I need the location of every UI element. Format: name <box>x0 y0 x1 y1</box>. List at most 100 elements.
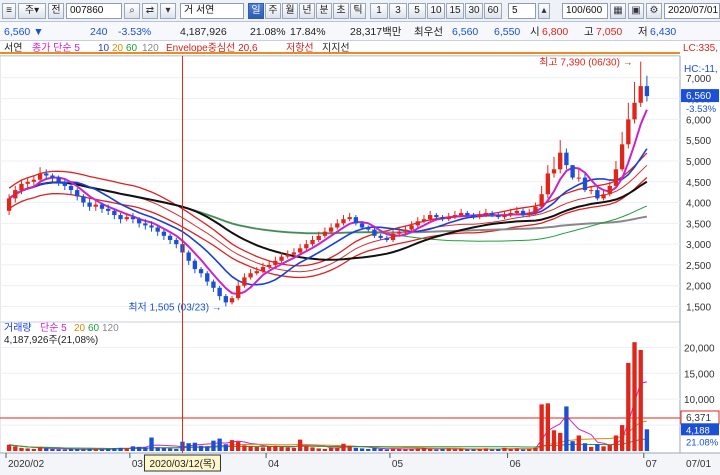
date-tick-label: 05 <box>392 459 404 470</box>
volume-bar <box>508 448 513 451</box>
volume-bar <box>6 444 12 451</box>
candle-body <box>341 219 346 224</box>
volume-bar <box>62 449 67 451</box>
volume-bar <box>545 403 550 451</box>
volume-bar <box>81 449 86 451</box>
minute-button-10[interactable]: 10 <box>427 3 445 19</box>
candle-body <box>62 181 67 186</box>
stock-name-input[interactable]: 거 서연 <box>180 3 244 19</box>
candle-body <box>56 177 61 182</box>
price-tick-label: 1,500 <box>686 303 711 314</box>
minute-button-15[interactable]: 15 <box>446 3 464 19</box>
max-price-label: 최고 7,390 (06/30) → <box>539 57 632 69</box>
candle-body <box>458 212 464 216</box>
volume-bar <box>223 444 228 451</box>
candle-body <box>409 225 414 230</box>
market-select[interactable]: 주▾ <box>18 3 46 19</box>
date-tick-label: 2020/02 <box>8 459 45 470</box>
volume-bar <box>335 447 340 451</box>
volume-bar <box>68 448 74 451</box>
minute-button-3[interactable]: 3 <box>389 3 407 19</box>
min-price-label: 최저 1,505 (03/23) → <box>128 301 221 313</box>
volume-bar <box>595 444 600 451</box>
stock-code-input[interactable]: 007860 <box>66 3 122 19</box>
interval-spin-icon[interactable]: ▴ <box>538 3 550 19</box>
prev-button[interactable]: 전 <box>48 3 64 19</box>
volume-bar <box>112 448 117 451</box>
toolbar: ≡ 주▾ 전 007860 ⌕ ⇄ ▾ 거 서연 일주월년분초틱 1 3 5 10 15… <box>0 0 720 22</box>
candle-body <box>143 223 148 226</box>
volume-bar <box>37 447 43 451</box>
candle-body <box>50 175 55 178</box>
volume-bar <box>19 447 24 451</box>
count-input[interactable]: 100/600 <box>562 3 608 19</box>
candle-body <box>428 215 433 220</box>
grid-icon[interactable]: ▦ <box>610 3 626 19</box>
candle-body <box>384 237 389 240</box>
minute-button-1[interactable]: 1 <box>370 3 388 19</box>
candle-body <box>322 231 328 236</box>
settings-icon[interactable]: ⚙ <box>646 3 662 19</box>
open-price: 6,800 <box>542 26 569 38</box>
volume-bar <box>570 441 575 451</box>
volume-bar <box>372 447 377 451</box>
volume-bar <box>384 449 389 451</box>
candle-body <box>267 264 272 268</box>
period-button-5[interactable]: 초 <box>333 3 349 19</box>
current-price: 6,560 ▼ <box>4 26 44 38</box>
candle-body <box>440 217 445 220</box>
period-button-4[interactable]: 분 <box>316 3 332 19</box>
volume-bar <box>143 447 148 451</box>
volume-bar <box>297 439 303 451</box>
candle-body <box>477 215 482 218</box>
volume-marker-label: 6,371 <box>686 413 711 424</box>
period-button-3[interactable]: 년 <box>299 3 315 19</box>
volume-bar <box>576 435 581 451</box>
history-icon[interactable]: ▾ <box>160 3 176 19</box>
volume-bar <box>558 432 563 451</box>
swap-icon[interactable]: ⇄ <box>142 3 158 19</box>
volume-bar <box>279 446 284 451</box>
candle-body <box>415 221 420 226</box>
menu-icon[interactable]: ≡ <box>2 3 16 19</box>
price-tick-label: 6,000 <box>686 115 711 126</box>
period-button-0[interactable]: 일 <box>248 3 264 19</box>
volume-legend-3: 60 <box>88 323 100 334</box>
candle-body <box>644 86 650 97</box>
interval-input[interactable]: 5 <box>508 3 536 19</box>
candle-body <box>304 244 309 249</box>
hc-label: HC:-11, <box>684 64 718 75</box>
period-button-1[interactable]: 주 <box>265 3 281 19</box>
stock-chart[interactable]: 7,0006,5006,0005,5005,0004,5004,0003,500… <box>0 41 720 475</box>
candle-body <box>99 204 105 209</box>
candle-body <box>6 198 12 211</box>
period-button-2[interactable]: 월 <box>282 3 298 19</box>
candle-body <box>106 208 111 211</box>
candle-body <box>328 227 334 232</box>
minute-button-30[interactable]: 30 <box>465 3 483 19</box>
date-tick-label: 06 <box>510 459 522 470</box>
candle-body <box>205 273 210 282</box>
volume-bar <box>483 448 489 451</box>
date-input[interactable]: 2020/07/01 <box>664 3 720 19</box>
candle-body <box>279 256 284 261</box>
candle-body <box>297 248 303 253</box>
candle-body <box>558 152 563 170</box>
search-icon[interactable]: ⌕ <box>124 3 140 19</box>
candle-body <box>285 254 290 257</box>
candle-body <box>211 281 216 288</box>
period-button-6[interactable]: 틱 <box>350 3 366 19</box>
candle-body <box>68 185 74 191</box>
ma5-line <box>8 109 648 296</box>
volume-bar <box>161 447 167 451</box>
minute-button-60[interactable]: 60 <box>484 3 502 19</box>
candle-body <box>576 177 581 179</box>
volume-bar <box>99 449 105 451</box>
candle-body <box>359 223 365 228</box>
volume-bar <box>130 446 136 451</box>
volume-bar <box>502 447 507 451</box>
price-tick-label: 7,000 <box>686 74 711 85</box>
current-volume-label: 4,188 <box>686 425 710 436</box>
minute-button-5[interactable]: 5 <box>408 3 426 19</box>
lock-icon[interactable]: ▣ <box>628 3 644 19</box>
